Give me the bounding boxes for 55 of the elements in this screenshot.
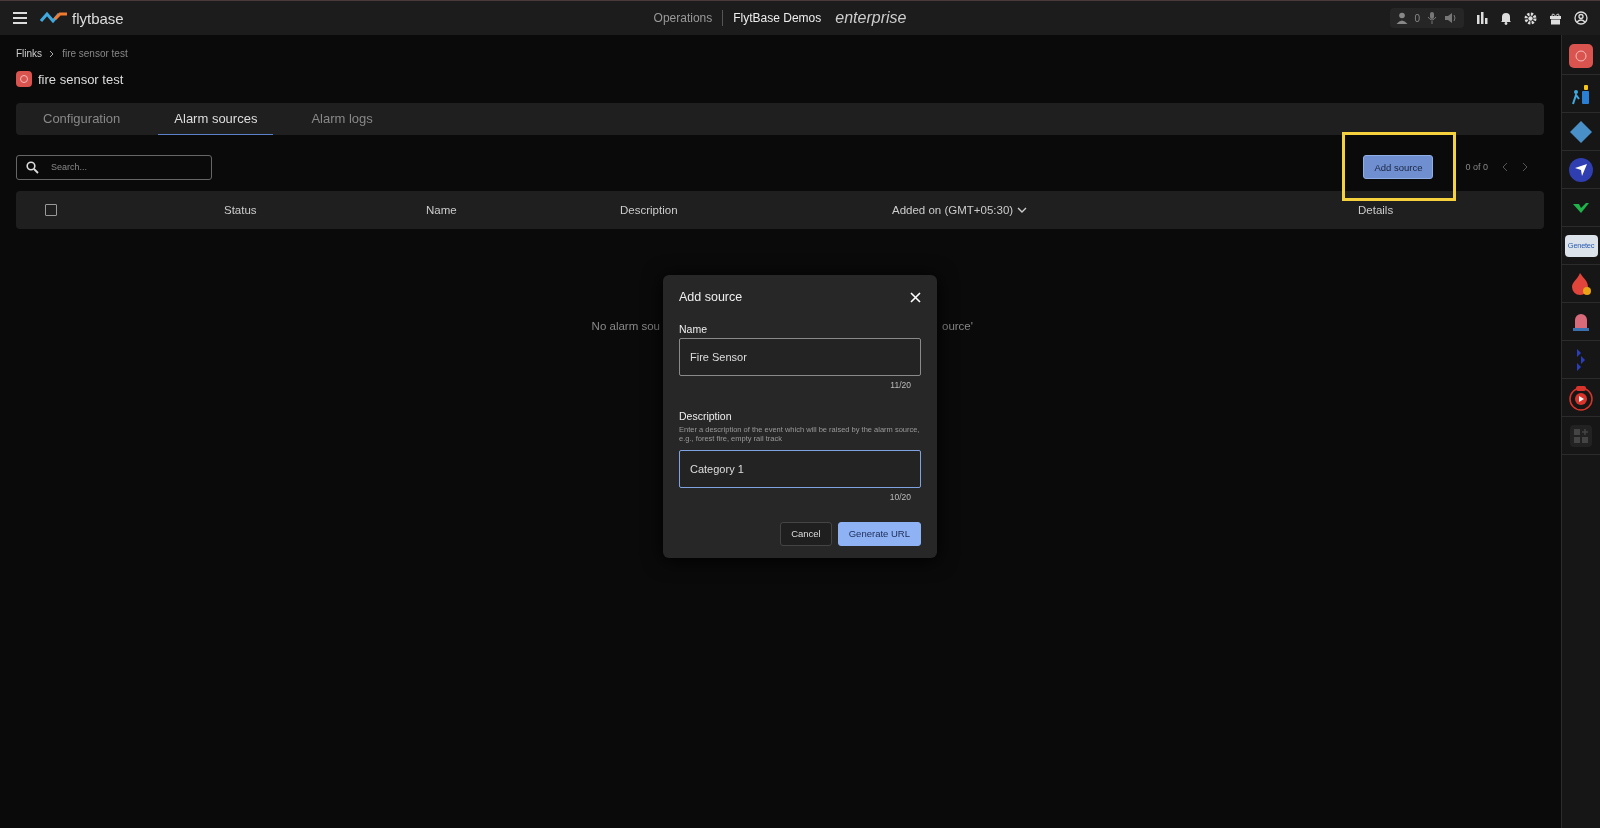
tab[interactable]: Alarm sources [158, 103, 274, 135]
tab[interactable]: Alarm logs [295, 103, 389, 135]
menu-icon[interactable] [12, 11, 28, 25]
logo-icon [40, 11, 68, 25]
bell-icon[interactable] [1500, 11, 1512, 25]
check-mark-icon[interactable] [1572, 201, 1590, 214]
character-counter: 11/20 [890, 380, 911, 390]
cancel-button[interactable]: Cancel [780, 521, 832, 546]
chevron-right-icon [49, 49, 56, 58]
breadcrumb-current: fire sensor test [62, 48, 128, 59]
text-input[interactable]: Fire Sensor [679, 338, 921, 376]
sensor-app-icon [16, 71, 32, 87]
gift-icon[interactable] [1549, 11, 1562, 25]
pagination-label: 0 of 0 [1465, 162, 1488, 172]
organization-name: FlytBase Demos [733, 11, 822, 25]
alarm-app-icon[interactable] [1569, 43, 1593, 68]
tab[interactable]: Configuration [27, 103, 137, 135]
search-icon [26, 160, 39, 174]
chevron-left-icon[interactable] [1502, 162, 1508, 172]
live-play-icon[interactable] [1568, 384, 1594, 411]
person-icon [1396, 12, 1409, 24]
navigation-icon[interactable] [1569, 157, 1593, 182]
close-icon[interactable] [910, 291, 921, 303]
column-header: Status [224, 204, 257, 216]
column-header: Details [1358, 204, 1394, 216]
field-label: Description [679, 410, 733, 422]
field-label: Name [679, 323, 708, 335]
add-source-button[interactable]: Add source [1363, 155, 1434, 179]
column-header: Description [620, 204, 678, 216]
flame-icon[interactable] [1570, 271, 1592, 296]
person-door-icon[interactable] [1570, 82, 1592, 105]
sort-chevron-icon[interactable] [1017, 206, 1028, 214]
select-all-checkbox[interactable] [45, 204, 57, 216]
user-count: 0 [1414, 12, 1420, 24]
speaker-icon[interactable] [1444, 12, 1458, 24]
character-counter: 10/20 [889, 491, 911, 502]
chevron-right-icon[interactable] [1522, 162, 1528, 172]
microphone-icon[interactable] [1426, 11, 1438, 25]
generate-button[interactable]: Generate URL [837, 521, 921, 546]
page-title: fire sensor test [38, 71, 124, 87]
text-input[interactable]: Category 1 [679, 449, 921, 488]
search-field[interactable]: Search... [16, 154, 212, 180]
logo-text: flytbase [72, 9, 124, 27]
bar-chart-icon[interactable] [1476, 12, 1488, 24]
breadcrumb-link[interactable]: Flinks [16, 48, 43, 59]
empty-message: No alarm sou [591, 320, 660, 332]
column-header: Name [426, 204, 457, 216]
settings-icon[interactable] [1524, 11, 1537, 25]
edition-label: enterprise [835, 9, 907, 27]
nav-link[interactable]: Operations [653, 11, 713, 25]
column-header: Added on (GMT+05:30) [892, 204, 1014, 216]
dialog-title: Add source [679, 290, 743, 304]
diamond-icon[interactable] [1569, 119, 1593, 144]
empty-message: ource' [942, 320, 973, 332]
account-icon[interactable] [1574, 11, 1588, 25]
